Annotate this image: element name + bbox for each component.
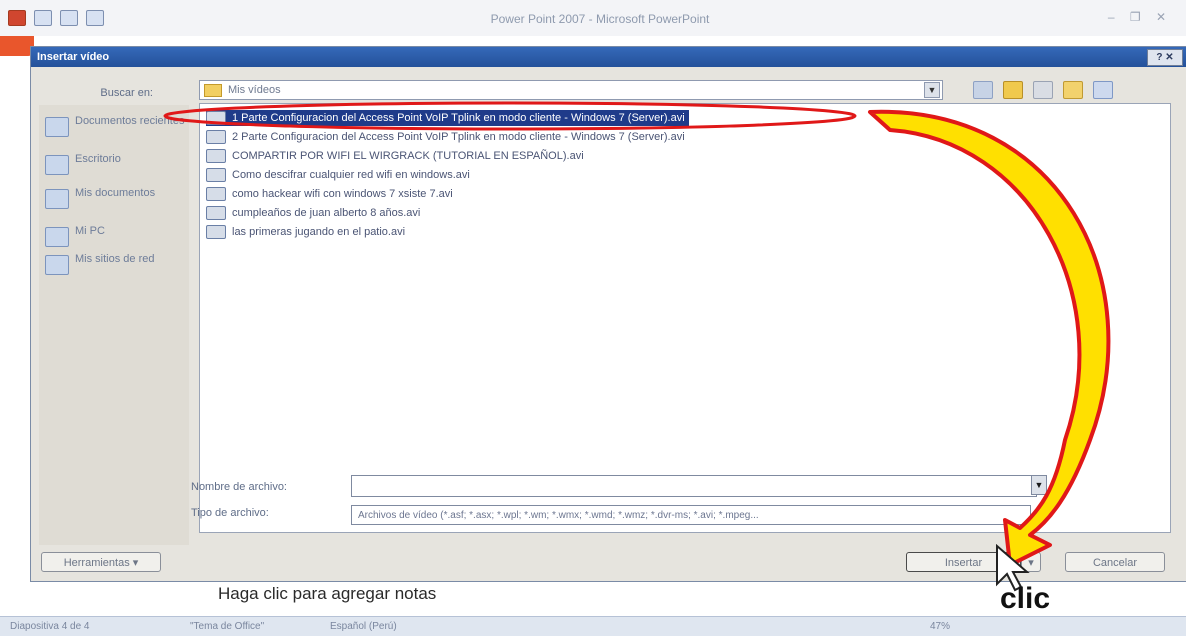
clic-annotation-label: clic (1000, 582, 1051, 615)
curved-arrow-icon (868, 109, 1111, 567)
selection-highlight-outline (163, 101, 857, 131)
tutorial-arrow (163, 101, 1111, 567)
